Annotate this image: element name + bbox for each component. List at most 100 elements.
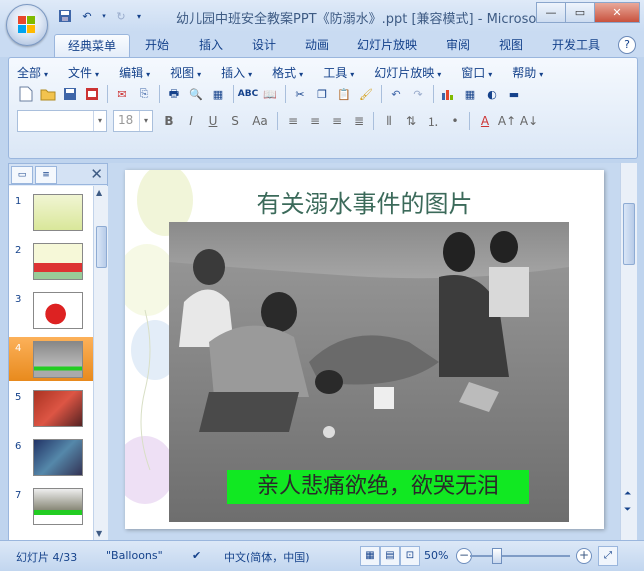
save-icon[interactable]	[61, 85, 79, 103]
undo-icon[interactable]: ↶	[387, 85, 405, 103]
print-preview-icon[interactable]: 🔍	[187, 85, 205, 103]
slide-scrollbar[interactable]: ⏶ ⏷	[620, 163, 637, 540]
new-document-icon[interactable]	[17, 85, 35, 103]
format-painter-icon[interactable]: 🖌	[357, 85, 375, 103]
text-direction-icon[interactable]: ⇅	[401, 111, 421, 131]
menu-insert[interactable]: 插入 ▾	[221, 64, 252, 81]
cut-icon[interactable]: ✂	[291, 85, 309, 103]
shadow-icon[interactable]: S	[225, 111, 245, 131]
customize-qat-icon[interactable]: ▾	[134, 7, 144, 25]
permission-icon[interactable]	[83, 85, 101, 103]
scrollbar-thumb[interactable]	[623, 203, 635, 265]
insert-chart-icon[interactable]	[439, 85, 457, 103]
menu-tools[interactable]: 工具 ▾	[323, 64, 354, 81]
tab-view[interactable]: 视图	[494, 34, 528, 56]
tab-slideshow[interactable]: 幻灯片放映	[353, 34, 421, 56]
office-button[interactable]	[6, 4, 48, 46]
help-icon[interactable]: ?	[618, 36, 636, 54]
email-icon[interactable]: ✉	[113, 85, 131, 103]
slides-scrollbar[interactable]: ▲ ▼	[93, 186, 108, 541]
underline-icon[interactable]: U	[203, 111, 223, 131]
copy-icon[interactable]: ❐	[313, 85, 331, 103]
slide-thumbnail[interactable]: 1	[9, 190, 93, 234]
tab-slides[interactable]: ▭	[11, 166, 33, 184]
slide-thumbnail[interactable]: 6	[9, 435, 93, 479]
print-layout-icon[interactable]: ▦	[209, 85, 227, 103]
close-icon[interactable]: ✕	[90, 165, 103, 183]
paste-icon[interactable]: 📋	[335, 85, 353, 103]
undo-icon[interactable]: ↶	[78, 7, 96, 25]
columns-icon[interactable]: ⫴	[379, 111, 399, 131]
align-center-icon[interactable]: ≡	[305, 111, 325, 131]
tab-home[interactable]: 开始	[140, 34, 174, 56]
slide-layout-icon[interactable]: ▬	[505, 85, 523, 103]
menu-format[interactable]: 格式 ▾	[272, 64, 303, 81]
redo-icon[interactable]: ↻	[112, 7, 130, 25]
slide-thumbnail[interactable]: 5	[9, 386, 93, 430]
language-indicator[interactable]: 中文(简体，中国)	[224, 549, 310, 565]
grow-font-icon[interactable]: A↑	[497, 111, 517, 131]
scroll-down-icon[interactable]: ▼	[96, 529, 102, 538]
normal-view-icon[interactable]: ▦	[360, 546, 380, 566]
menu-file[interactable]: 文件 ▾	[68, 64, 99, 81]
research-icon[interactable]: 📖	[261, 85, 279, 103]
spelling-icon[interactable]: ABC	[238, 85, 258, 103]
publish-icon[interactable]: ⎘	[135, 85, 153, 103]
italic-icon[interactable]: I	[181, 111, 201, 131]
tab-developer[interactable]: 开发工具	[546, 34, 606, 56]
insert-table-icon[interactable]: ▦	[461, 85, 479, 103]
zoom-in-icon[interactable]: +	[576, 548, 592, 564]
slide-thumbnail[interactable]: 3	[9, 288, 93, 332]
save-icon[interactable]	[56, 7, 74, 25]
bold-icon[interactable]: B	[159, 111, 179, 131]
justify-icon[interactable]: ≣	[349, 111, 369, 131]
slide-caption[interactable]: 亲人悲痛欲绝，欲哭无泪	[227, 470, 529, 504]
shrink-font-icon[interactable]: A↓	[519, 111, 539, 131]
tab-design[interactable]: 设计	[247, 34, 281, 56]
font-name-combo[interactable]: ▾	[17, 110, 107, 132]
tab-classic-menu[interactable]: 经典菜单	[54, 34, 130, 57]
change-case-icon[interactable]: Aa	[247, 111, 273, 131]
font-size-combo[interactable]: 18 ▾	[113, 110, 153, 132]
zoom-slider-track[interactable]	[470, 555, 570, 557]
color-grayscale-icon[interactable]: ◐	[483, 85, 501, 103]
slide-thumbnail[interactable]: 2	[9, 239, 93, 283]
tab-review[interactable]: 审阅	[441, 34, 475, 56]
scrollbar-thumb[interactable]	[96, 226, 107, 268]
align-left-icon[interactable]: ≡	[283, 111, 303, 131]
fit-to-window-icon[interactable]: ⤢	[598, 546, 618, 566]
slide-title[interactable]: 有关溺水事件的图片	[125, 184, 604, 219]
menu-window[interactable]: 窗口 ▾	[461, 64, 492, 81]
print-icon[interactable]: 🖶	[165, 85, 183, 103]
slide-sorter-icon[interactable]: ▤	[380, 546, 400, 566]
menu-edit[interactable]: 编辑 ▾	[119, 64, 150, 81]
slide-thumbnail-active[interactable]: 4	[9, 337, 93, 381]
bullets-icon[interactable]: •	[445, 111, 465, 131]
theme-name[interactable]: "Balloons"	[106, 549, 163, 562]
slide-photo[interactable]: 亲人悲痛欲绝，欲哭无泪	[169, 222, 569, 522]
menu-all[interactable]: 全部 ▾	[17, 64, 48, 81]
redo-icon[interactable]: ↷	[409, 85, 427, 103]
font-color-icon[interactable]: A	[475, 111, 495, 131]
minimize-icon[interactable]: —	[536, 2, 566, 23]
spellcheck-icon[interactable]: ✔	[192, 549, 201, 562]
tab-animation[interactable]: 动画	[300, 34, 334, 56]
maximize-icon[interactable]: ▭	[565, 2, 595, 23]
numbering-icon[interactable]: ⒈	[423, 111, 443, 131]
zoom-slider-thumb[interactable]	[492, 548, 502, 564]
undo-dropdown-icon[interactable]: ▾	[100, 7, 108, 25]
open-folder-icon[interactable]	[39, 85, 57, 103]
close-icon[interactable]: ✕	[594, 2, 640, 23]
menu-view[interactable]: 视图 ▾	[170, 64, 201, 81]
tab-outline[interactable]: ≡	[35, 166, 57, 184]
scroll-up-icon[interactable]: ▲	[96, 188, 102, 197]
slide-thumbnail[interactable]: 7	[9, 484, 93, 528]
zoom-level[interactable]: 50%	[424, 549, 448, 562]
tab-insert[interactable]: 插入	[194, 34, 228, 56]
slideshow-view-icon[interactable]: ⊡	[400, 546, 420, 566]
menu-slideshow[interactable]: 幻灯片放映 ▾	[374, 64, 441, 81]
next-slide-icon[interactable]: ⏷	[624, 505, 631, 515]
previous-slide-icon[interactable]: ⏶	[624, 489, 631, 499]
align-right-icon[interactable]: ≡	[327, 111, 347, 131]
menu-help[interactable]: 帮助 ▾	[512, 64, 543, 81]
